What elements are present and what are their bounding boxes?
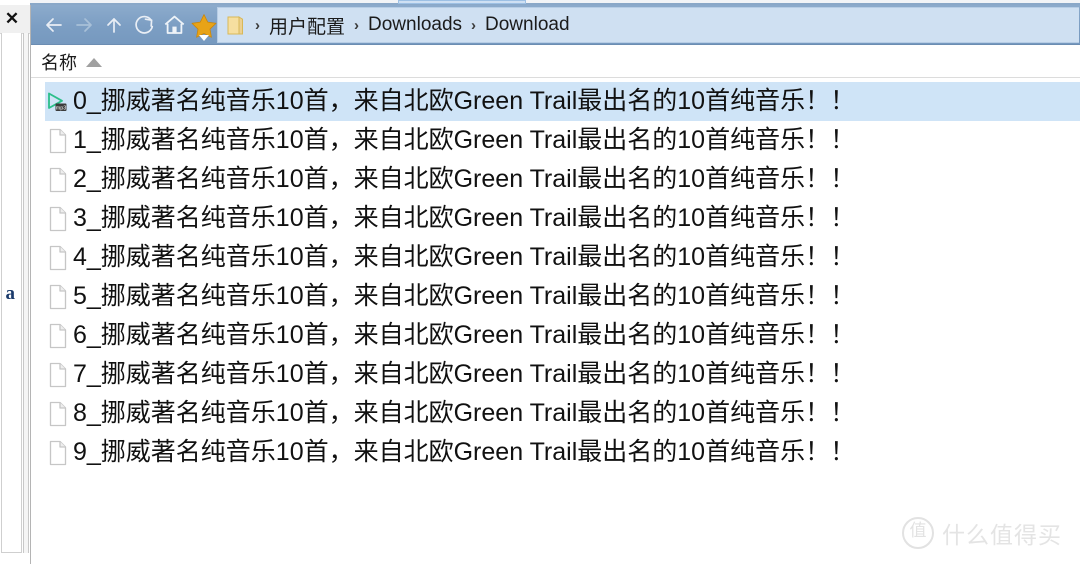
breadcrumb-item-download[interactable]: Download: [485, 14, 570, 36]
file-name: 7_挪威著名纯音乐10首，来自北欧Green Trail最出名的10首纯音乐！！: [73, 360, 856, 388]
refresh-icon: [132, 13, 156, 37]
breadcrumb-item-downloads[interactable]: Downloads: [368, 14, 462, 36]
table-row[interactable]: 3_挪威著名纯音乐10首，来自北欧Green Trail最出名的10首纯音乐！！: [45, 199, 1080, 238]
background-window-body: et a: [1, 33, 22, 553]
background-window-strip: ✕ et a: [0, 0, 30, 564]
file-name: 9_挪威著名纯音乐10首，来自北欧Green Trail最出名的10首纯音乐！！: [73, 438, 856, 466]
document-icon: [45, 361, 71, 389]
document-icon: [45, 322, 71, 350]
column-header-name-label: 名称: [41, 52, 77, 73]
table-row[interactable]: 5_挪威著名纯音乐10首，来自北欧Green Trail最出名的10首纯音乐！！: [45, 277, 1080, 316]
partial-address-field[interactable]: [398, 0, 526, 4]
close-icon[interactable]: ✕: [2, 9, 22, 29]
back-arrow-icon: [42, 13, 66, 37]
up-button[interactable]: [99, 8, 129, 42]
file-name: 5_挪威著名纯音乐10首，来自北欧Green Trail最出名的10首纯音乐！！: [73, 282, 856, 310]
navigation-buttons: [39, 5, 219, 45]
chevron-down-icon: [199, 35, 209, 41]
refresh-button[interactable]: [129, 8, 159, 42]
table-row[interactable]: mp3 0_挪威著名纯音乐10首，来自北欧Green Trail最出名的10首纯…: [45, 82, 1080, 121]
document-icon: [45, 166, 71, 194]
breadcrumb-separator: ›: [354, 16, 360, 34]
file-name: 1_挪威著名纯音乐10首，来自北欧Green Trail最出名的10首纯音乐！！: [73, 126, 856, 154]
table-row[interactable]: 4_挪威著名纯音乐10首，来自北欧Green Trail最出名的10首纯音乐！！: [45, 238, 1080, 277]
file-name: 8_挪威著名纯音乐10首，来自北欧Green Trail最出名的10首纯音乐！！: [73, 399, 856, 427]
table-row[interactable]: 9_挪威著名纯音乐10首，来自北欧Green Trail最出名的10首纯音乐！！: [45, 433, 1080, 472]
file-name: 4_挪威著名纯音乐10首，来自北欧Green Trail最出名的10首纯音乐！！: [73, 243, 856, 271]
back-button[interactable]: [39, 8, 69, 42]
window-edge-divider: [23, 33, 29, 553]
background-window-clipped-text: et a: [2, 283, 16, 304]
file-name: 3_挪威著名纯音乐10首，来自北欧Green Trail最出名的10首纯音乐！！: [73, 204, 856, 232]
home-button[interactable]: [159, 8, 189, 42]
breadcrumb-separator: ›: [255, 16, 260, 34]
column-header-name[interactable]: 名称: [41, 45, 102, 78]
document-icon: [45, 283, 71, 311]
favorites-button[interactable]: [189, 8, 219, 42]
column-header-row: 名称: [31, 45, 1080, 78]
document-icon: [45, 127, 71, 155]
table-row[interactable]: 1_挪威著名纯音乐10首，来自北欧Green Trail最出名的10首纯音乐！！: [45, 121, 1080, 160]
navigation-toolbar: › 用户配置 › Downloads › Download: [31, 5, 1080, 45]
file-name: 2_挪威著名纯音乐10首，来自北欧Green Trail最出名的10首纯音乐！！: [73, 165, 856, 193]
document-icon: [45, 439, 71, 467]
document-icon: [45, 205, 71, 233]
home-icon: [162, 13, 187, 37]
folder-icon: [226, 15, 244, 35]
file-name: 0_挪威著名纯音乐10首，来自北欧Green Trail最出名的10首纯音乐！！: [73, 87, 856, 115]
up-arrow-icon: [102, 13, 126, 37]
forward-button[interactable]: [69, 8, 99, 42]
breadcrumb-item-user-config[interactable]: 用户配置: [269, 12, 345, 39]
file-list[interactable]: mp3 0_挪威著名纯音乐10首，来自北欧Green Trail最出名的10首纯…: [31, 78, 1080, 564]
svg-text:mp3: mp3: [56, 105, 67, 111]
table-row[interactable]: 8_挪威著名纯音乐10首，来自北欧Green Trail最出名的10首纯音乐！！: [45, 394, 1080, 433]
file-name: 6_挪威著名纯音乐10首，来自北欧Green Trail最出名的10首纯音乐！！: [73, 321, 856, 349]
mp3-media-icon: mp3: [45, 88, 71, 116]
table-row[interactable]: 7_挪威著名纯音乐10首，来自北欧Green Trail最出名的10首纯音乐！！: [45, 355, 1080, 394]
sort-ascending-icon: [86, 57, 102, 67]
table-row[interactable]: 2_挪威著名纯音乐10首，来自北欧Green Trail最出名的10首纯音乐！！: [45, 160, 1080, 199]
star-icon: [191, 13, 217, 38]
forward-arrow-icon: [72, 13, 96, 37]
breadcrumb-separator: ›: [471, 16, 477, 34]
breadcrumb[interactable]: › 用户配置 › Downloads › Download: [217, 7, 1079, 43]
screenshot-root: ✕ et a: [0, 0, 1080, 564]
table-row[interactable]: 6_挪威著名纯音乐10首，来自北欧Green Trail最出名的10首纯音乐！！: [45, 316, 1080, 355]
document-icon: [45, 400, 71, 428]
document-icon: [45, 244, 71, 272]
file-explorer-window: › 用户配置 › Downloads › Download 名称 mp3 0_挪…: [30, 5, 1080, 564]
